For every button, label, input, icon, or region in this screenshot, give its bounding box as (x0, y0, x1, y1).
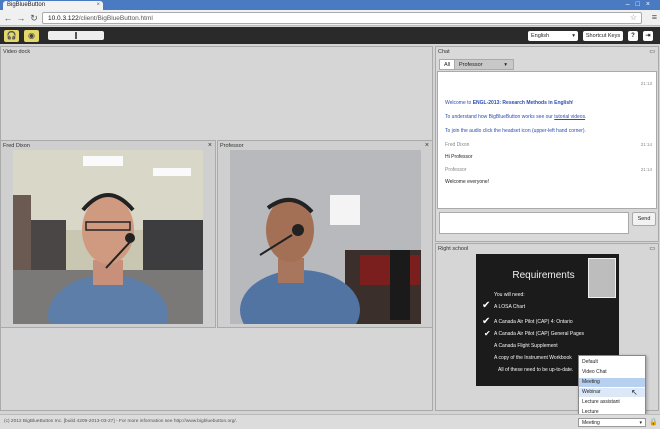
tab-professor-label: Professor (459, 62, 483, 68)
presentation-title: Right school (438, 246, 469, 252)
checkmark-icon: ✔ (484, 329, 491, 338)
address-host: 10.0.3.122 (48, 15, 79, 22)
tab-all[interactable]: All (439, 59, 456, 70)
copyright-text: (c) 2012 BigBlueButton Inc. [build 4209-… (4, 419, 238, 424)
webcam-icon[interactable]: ◉ (24, 30, 39, 42)
slide-line: You will need: (494, 292, 525, 298)
maximize-icon[interactable]: ▭ (649, 48, 655, 55)
window-controls[interactable]: –□× (626, 1, 656, 8)
address-path: /client/BigBlueButton.html (78, 15, 153, 22)
webcam-feed-fred (13, 150, 203, 324)
layout-select[interactable]: Meeting ▾ (578, 418, 646, 427)
app-toolbar: 🎧 ◉ English ▾ Shortcut Keys ? ⇥ (0, 27, 660, 44)
logout-icon[interactable]: ⇥ (643, 31, 653, 41)
message-sender: Fred Dixon (445, 142, 470, 148)
message-time: 21:13 (640, 81, 652, 86)
video-dock-title: Video dock (3, 49, 31, 55)
audio-instructions: To join the audio click the headset icon… (445, 128, 586, 134)
slide-line: A copy of the Instrument Workbook (494, 355, 572, 361)
video-window-professor[interactable]: Professor × (217, 140, 433, 328)
layout-option-video-chat[interactable]: Video Chat (579, 368, 645, 377)
message-time: 21:14 (640, 142, 652, 147)
status-bar: (c) 2012 BigBlueButton Inc. [build 4209-… (0, 414, 660, 429)
tutorial-suffix: . (585, 114, 587, 120)
tab-professor[interactable]: Professor ▾ (454, 59, 514, 70)
chat-tabs: All Professor ▾ (437, 59, 657, 71)
send-button[interactable]: Send (632, 212, 656, 226)
maximize-icon[interactable]: ▭ (649, 245, 655, 252)
slider-knob[interactable] (75, 32, 77, 39)
back-icon[interactable]: ← (2, 12, 14, 24)
headset-icon[interactable]: 🎧 (4, 30, 19, 42)
lock-icon[interactable]: 🔒 (649, 418, 658, 426)
welcome-line: Welcome to ENGL-2013: Research Methods i… (445, 100, 574, 106)
chat-title: Chat (438, 49, 450, 55)
chat-message-log[interactable]: 21:13 Welcome to ENGL-2013: Research Met… (437, 71, 657, 209)
layout-option-lecture-assistant[interactable]: Lecture assistant (579, 398, 645, 407)
book-cover-image (588, 258, 616, 298)
mouse-cursor-icon: ↖ (631, 388, 638, 397)
shortcut-keys-button[interactable]: Shortcut Keys (583, 31, 623, 41)
layout-select-value: Meeting (582, 420, 600, 426)
chevron-down-icon: ▾ (572, 33, 575, 39)
browser-tab[interactable]: BigBlueButton × (3, 1, 103, 10)
close-icon[interactable]: × (425, 142, 429, 149)
close-tab-icon[interactable]: × (96, 2, 100, 8)
layout-option-meeting[interactable]: Meeting (579, 378, 645, 387)
tab-title: BigBlueButton (7, 2, 46, 8)
webcam-feed-professor (230, 150, 421, 324)
slide-line: A LOSA Chart (494, 304, 526, 310)
slide-line: A Canada Flight Supplement (494, 343, 558, 349)
video-window-fred[interactable]: Fred Dixon × (0, 140, 216, 328)
address-bar[interactable]: 10.0.3.122/client/BigBlueButton.html ☆ (42, 12, 642, 24)
slide-line: All of these need to be up-to-date. (498, 367, 574, 373)
close-icon[interactable]: × (208, 142, 212, 149)
checkmark-icon: ✔ (482, 300, 491, 311)
chevron-down-icon: ▾ (639, 420, 642, 426)
forward-icon[interactable]: → (15, 12, 27, 24)
chevron-down-icon: ▾ (504, 62, 507, 68)
tutorial-videos-link[interactable]: tutorial videos (554, 114, 585, 120)
language-select[interactable]: English ▾ (528, 31, 578, 41)
chat-input[interactable] (439, 212, 629, 234)
layout-menu[interactable]: Default Video Chat Meeting Webinar Lectu… (578, 355, 646, 418)
language-label: English (531, 33, 550, 39)
message-time: 21:14 (640, 167, 652, 172)
layout-option-default[interactable]: Default (579, 358, 645, 367)
tutorial-prefix: To understand how BigBlueButton works se… (445, 114, 555, 120)
microphone-level-slider[interactable] (48, 31, 104, 40)
welcome-prefix: Welcome to (445, 100, 473, 106)
bookmark-star-icon[interactable]: ☆ (630, 13, 637, 23)
course-name: ENGL-2013: Research Methods in English (472, 100, 573, 106)
browser-nav-bar: ← → ↻ 10.0.3.122/client/BigBlueButton.ht… (0, 10, 660, 26)
slide-line: A Canada Air Pilot (CAP) 4: Ontario (494, 319, 573, 325)
browser-tab-bar: BigBlueButton × –□× (0, 0, 660, 10)
message-text: Welcome everyone! (445, 179, 490, 185)
help-button[interactable]: ? (628, 31, 638, 41)
message-sender: Professor (445, 167, 467, 173)
tutorial-line: To understand how BigBlueButton works se… (445, 114, 586, 120)
slide-line: A Canada Air Pilot (CAP) General Pages (494, 331, 585, 337)
browser-menu-icon[interactable]: ≡ (652, 12, 657, 22)
reload-icon[interactable]: ↻ (28, 12, 40, 24)
message-text: Hi Professor (445, 154, 473, 160)
checkmark-icon: ✔ (482, 316, 491, 327)
welcome-suffix: ! (572, 100, 574, 106)
